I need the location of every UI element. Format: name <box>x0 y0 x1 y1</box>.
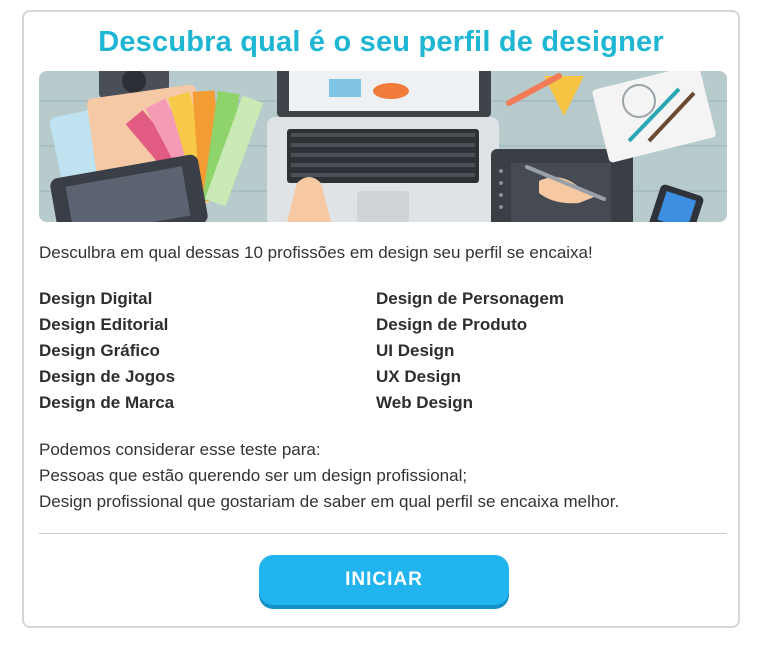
quiz-card: Descubra qual é o seu perfil de designer <box>22 10 740 628</box>
profession-item: Design Gráfico <box>39 341 160 360</box>
profession-item: UX Design <box>376 367 462 386</box>
profession-item: Design de Jogos <box>39 367 176 386</box>
notes-line: Pessoas que estão querendo ser um design… <box>39 466 468 485</box>
profession-item: Design de Produto <box>376 315 528 334</box>
notes-line: Design profissional que gostariam de sab… <box>39 492 620 511</box>
profession-item: UI Design <box>376 341 455 360</box>
target-audience-notes: Podemos considerar esse teste para: Pess… <box>39 437 619 515</box>
divider <box>39 533 727 534</box>
professions-list-right: Design de Personagem Design de Produto U… <box>376 288 564 418</box>
intro-text: Desculbra em qual dessas 10 profissões e… <box>39 243 593 262</box>
profession-item: Design Editorial <box>39 315 169 334</box>
page-title: Descubra qual é o seu perfil de designer <box>98 26 664 58</box>
notes-heading: Podemos considerar esse teste para: <box>39 440 321 459</box>
profession-item: Design Digital <box>39 289 153 308</box>
profession-item: Design de Marca <box>39 393 175 412</box>
start-button[interactable]: INICIAR <box>259 555 509 605</box>
professions-list-left: Design Digital Design Editorial Design G… <box>39 288 175 418</box>
profession-item: Design de Personagem <box>376 289 565 308</box>
profession-item: Web Design <box>376 393 473 412</box>
banner-illustration <box>39 71 727 222</box>
